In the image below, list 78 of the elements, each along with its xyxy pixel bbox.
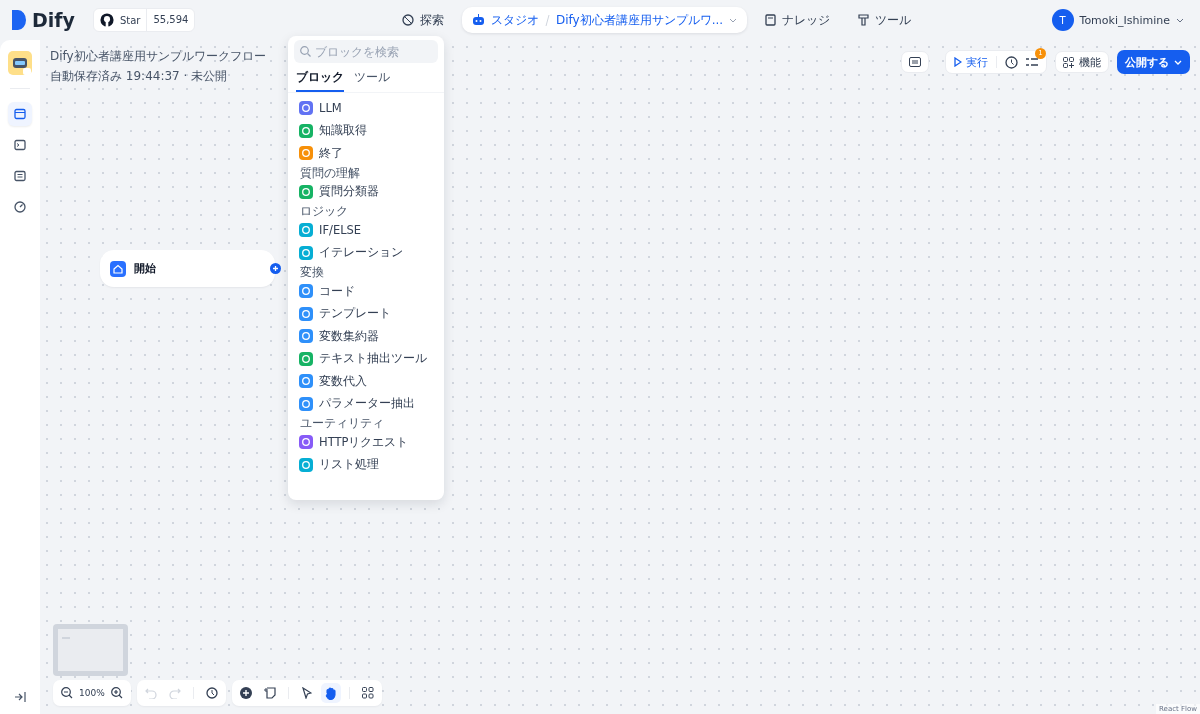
block-item[interactable]: テンプレート xyxy=(319,306,391,322)
app-name: Dify初心者講座用サンプルワ... xyxy=(556,11,724,29)
search-icon xyxy=(300,46,311,57)
section-heading: ユーティリティ xyxy=(299,415,385,431)
search-field[interactable]: ブロックを検索 xyxy=(294,40,438,63)
studio-nav-tab[interactable]: スタジオ Dify初心者講座用サンプルワ... xyxy=(462,7,748,33)
block-item[interactable]: テキスト抽出ツール xyxy=(319,351,427,367)
star-count: 55,594 xyxy=(146,9,195,31)
picker-tab[interactable]: ツール xyxy=(354,63,390,92)
user-name: Tomoki_Ishimine xyxy=(1079,13,1170,27)
book-icon xyxy=(765,14,777,26)
block-item[interactable]: 質問分類器 xyxy=(319,184,379,200)
logo-icon xyxy=(12,10,26,30)
block-item[interactable]: パラメーター抽出 xyxy=(319,396,415,412)
zoom-level[interactable]: 100% xyxy=(79,688,105,698)
publish-button[interactable]: 公開する xyxy=(1117,50,1190,74)
features-button[interactable]: 機能 xyxy=(1055,51,1109,73)
block-item[interactable]: 変数集約器 xyxy=(319,328,379,344)
star-label: Star xyxy=(119,14,141,26)
chevron-down-icon xyxy=(1176,17,1184,23)
robot-app-icon xyxy=(8,51,32,75)
note-icon[interactable] xyxy=(263,687,276,699)
environment-button[interactable] xyxy=(901,51,929,73)
nav-label: ナレッジ xyxy=(782,11,831,29)
start-node[interactable]: 開始 xyxy=(100,250,275,287)
block-item[interactable]: リスト処理 xyxy=(319,457,379,473)
section-heading: 変換 xyxy=(299,264,325,280)
grid-icon xyxy=(1063,56,1074,68)
block-item[interactable]: IF/ELSE xyxy=(319,223,362,238)
user-avatar: T xyxy=(1051,9,1074,31)
hammer-icon xyxy=(858,14,870,26)
gauge-icon xyxy=(14,201,26,213)
nav-label: 探索 xyxy=(420,11,444,29)
env-icon xyxy=(909,57,921,67)
expand-sidebar-icon[interactable] xyxy=(14,692,26,702)
zoom-out-icon[interactable] xyxy=(61,687,73,699)
chevron-down-icon xyxy=(729,17,738,23)
hand-tool[interactable] xyxy=(320,683,341,703)
terminal-icon xyxy=(14,139,26,151)
nav-tab[interactable]: ツール xyxy=(848,7,922,33)
workflow-title: Dify初心者講座用サンプルワークフロー xyxy=(50,48,266,65)
nav-label: スタジオ xyxy=(491,11,539,29)
layout-icon[interactable] xyxy=(361,687,374,699)
block-item[interactable]: HTTPリクエスト xyxy=(319,434,409,450)
user-menu[interactable]: T Tomoki_Ishimine xyxy=(1051,9,1184,31)
block-item[interactable]: 変数代入 xyxy=(319,373,367,389)
robot-icon xyxy=(472,14,485,26)
github-icon xyxy=(99,13,114,27)
nav-tab[interactable]: ナレッジ xyxy=(755,7,841,33)
picker-tab[interactable]: ブロック xyxy=(296,63,344,92)
pointer-icon xyxy=(301,687,312,699)
checklist-icon[interactable] xyxy=(1026,56,1038,68)
history-icon[interactable] xyxy=(205,687,218,699)
chevron-down-icon xyxy=(1174,59,1182,65)
node-title: 開始 xyxy=(134,261,156,276)
play-icon xyxy=(954,57,962,67)
home-icon xyxy=(110,260,126,277)
github-star-button[interactable]: Star 55,594 xyxy=(92,8,196,32)
add-node-handle[interactable] xyxy=(270,263,281,274)
nav-label: ツール xyxy=(875,11,912,29)
section-heading: ロジック xyxy=(299,203,349,219)
separator-icon xyxy=(545,14,550,26)
block-item[interactable]: 知識取得 xyxy=(319,123,367,139)
logo: Dify xyxy=(32,9,75,31)
section-heading: 質問の理解 xyxy=(299,164,361,181)
block-item[interactable]: 終了 xyxy=(319,145,343,161)
block-item[interactable]: コード xyxy=(319,283,355,299)
history-icon[interactable] xyxy=(1005,55,1018,69)
add-icon[interactable] xyxy=(239,687,252,699)
sidebar-item[interactable] xyxy=(8,102,32,126)
document-icon xyxy=(14,170,26,182)
block-item[interactable]: LLM xyxy=(319,101,342,116)
block-item[interactable]: イテレーション xyxy=(319,245,403,261)
run-button[interactable]: 実行 xyxy=(954,54,988,70)
nav-tab[interactable]: 探索 xyxy=(392,7,454,33)
window-icon xyxy=(14,108,26,120)
zoom-in-icon[interactable] xyxy=(110,687,123,699)
save-status: 自動保存済み 19:44:37 · 未公開 xyxy=(50,68,229,85)
